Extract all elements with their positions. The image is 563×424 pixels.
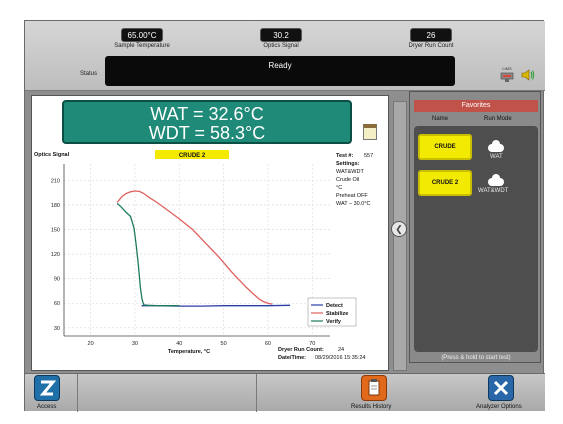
favorites-title: Favorites — [414, 100, 538, 112]
tools-icon — [493, 380, 509, 396]
result-banner: WAT = 32.6°C WDT = 58.3°C — [62, 100, 352, 144]
series-line-verify — [116, 202, 180, 307]
wdt-result: WDT = 58.3°C — [148, 123, 266, 143]
y-tick-label: 180 — [51, 203, 60, 209]
date-value: 08/29/2016 15:35:24 — [315, 355, 365, 361]
chart-axes: 30609012015018021020 30 40 50 60 70 — [51, 164, 330, 347]
x-tick-label: 30 — [132, 341, 138, 347]
dryer-count-value: 24 — [338, 347, 344, 353]
access-button[interactable] — [34, 375, 60, 401]
favorites-hint: (Press & hold to start test) — [441, 355, 511, 361]
cloud-icon — [488, 140, 504, 152]
chart-panel: WAT = 32.6°C WDT = 58.3°C 30 60 90 120 150 18… — [31, 95, 389, 371]
access-label: Access — [37, 404, 57, 410]
legend-label: Verify — [326, 319, 342, 325]
legend-label: Detect — [326, 303, 343, 309]
notes-icon[interactable] — [363, 124, 377, 140]
y-tick-label: 30 — [54, 326, 60, 332]
collapse-chevron-icon[interactable]: ❮ — [391, 221, 407, 237]
lims-text: LIMS — [502, 66, 512, 71]
x-tick-label: 50 — [221, 341, 227, 347]
status-value: Ready — [268, 61, 292, 70]
setting-line: WAT – 30.0°C — [336, 201, 371, 207]
favorites-name-header: Name — [432, 116, 449, 122]
setting-line: Preheat OFF — [336, 193, 368, 199]
test-label: Test #: — [336, 153, 353, 159]
chart-legend: Detect Stabilize Verify — [307, 297, 357, 327]
x-axis-label: Temperature, °C — [168, 349, 210, 355]
status-bar: 65.00°C Sample Temperature 30.2 Optics S… — [25, 21, 545, 91]
y-tick-label: 120 — [51, 252, 60, 258]
cloud-icon — [488, 174, 504, 186]
chart-grid — [64, 164, 330, 336]
optics-chart: 30609012015018021020 30 40 50 60 70 Optics Si… — [34, 150, 373, 361]
y-tick-label: 90 — [54, 277, 60, 283]
analyzer-options-button[interactable] — [488, 375, 514, 401]
setting-line: WAT&WDT — [336, 169, 364, 175]
date-label: Date/Time: — [278, 355, 306, 361]
x-tick-label: 40 — [176, 341, 182, 347]
y-axis-label: Optics Signal — [34, 152, 70, 158]
favorite-crude2-button[interactable]: CRUDE 2 — [418, 170, 472, 196]
wat-result: WAT = 32.6°C — [150, 104, 264, 124]
speaker-icon[interactable] — [521, 68, 535, 82]
setting-line: Crude Oil — [336, 177, 359, 183]
setting-line: °C — [336, 185, 342, 191]
status-label: Status — [80, 71, 98, 77]
favorite-crude-button[interactable]: CRUDE — [418, 134, 472, 160]
results-history-label: Results History — [351, 404, 392, 410]
status-display: Ready — [105, 56, 455, 86]
lims-icon[interactable]: LIMS — [498, 65, 516, 83]
optics-signal-label: Optics Signal — [263, 43, 299, 49]
legend-label: Stabilize — [326, 311, 348, 317]
x-tick-label: 60 — [265, 341, 271, 347]
favorites-list: CRUDE WAT CRUDE 2 WAT&WDT — [414, 126, 538, 352]
sample-temperature-label: Sample Temperature — [114, 43, 170, 49]
access-icon — [39, 380, 57, 396]
dryer-run-count-readout: 26 — [410, 28, 452, 42]
y-tick-label: 150 — [51, 228, 60, 234]
favorite-mode: WAT&WDT — [478, 188, 509, 194]
dryer-run-count-label: Dryer Run Count — [408, 43, 454, 49]
clipboard-icon — [368, 379, 380, 396]
bottom-toolbar: Access Results History Analyzer Options — [25, 373, 545, 412]
y-tick-label: 60 — [54, 301, 60, 307]
favorite-mode: WAT — [490, 154, 503, 160]
y-tick-label: 210 — [51, 178, 60, 184]
chart-series — [116, 190, 291, 307]
favorites-panel: Favorites Name Run Mode CRUDE WAT CRUDE … — [409, 91, 541, 363]
test-number: 557 — [364, 153, 373, 159]
favorites-mode-header: Run Mode — [484, 116, 512, 122]
x-tick-label: 20 — [88, 341, 94, 347]
app-window: 65.00°C Sample Temperature 30.2 Optics S… — [24, 20, 545, 412]
settings-label: Settings: — [336, 161, 360, 167]
dryer-count-label: Dryer Run Count: — [278, 347, 324, 353]
optics-signal-readout: 30.2 — [260, 28, 302, 42]
results-history-button[interactable] — [361, 375, 387, 401]
sample-temperature-readout: 65.00°C — [121, 28, 163, 42]
sample-name: CRUDE 2 — [179, 153, 206, 159]
analyzer-options-label: Analyzer Options — [476, 404, 522, 410]
